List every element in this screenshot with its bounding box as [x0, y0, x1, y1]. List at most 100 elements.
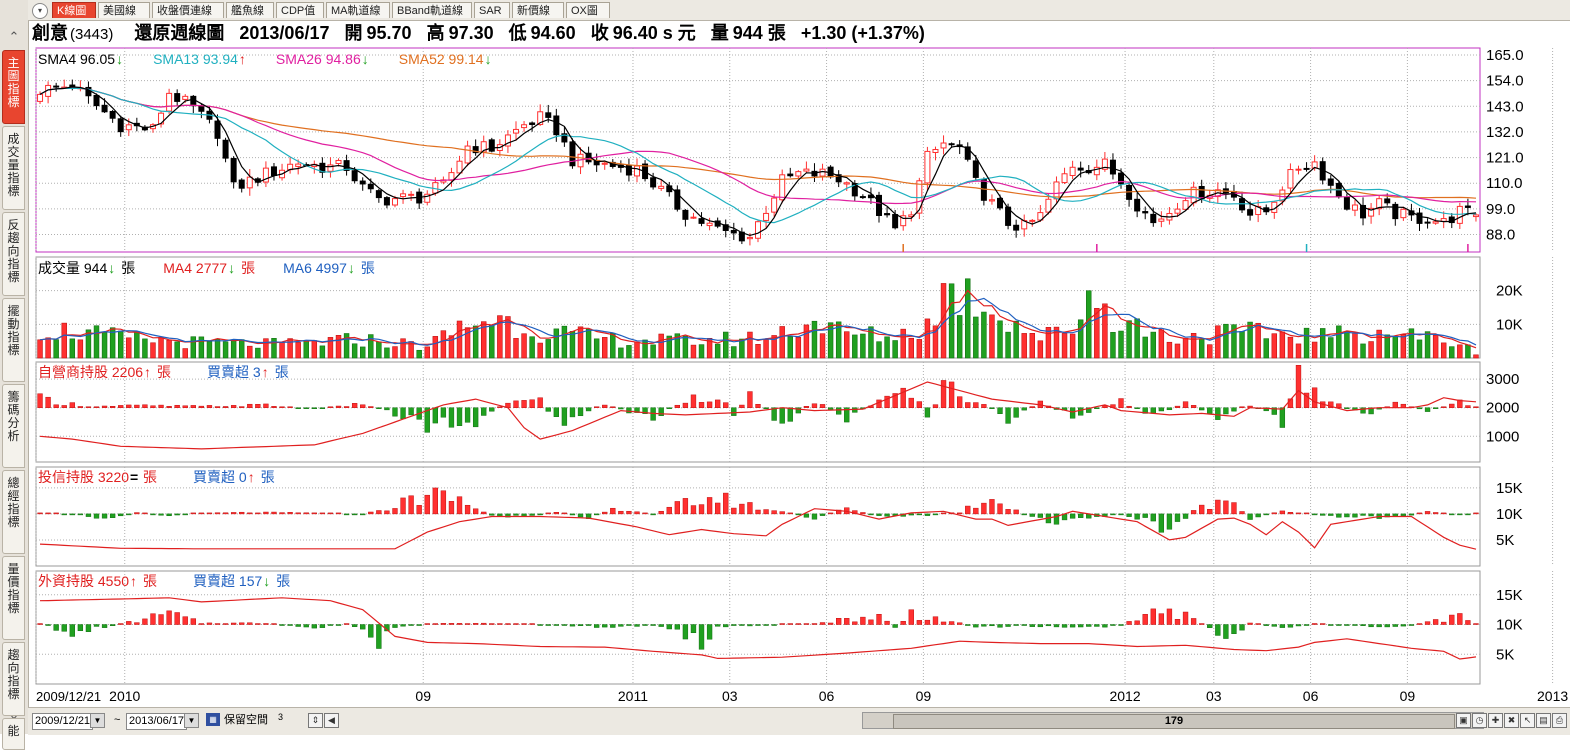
tab-6[interactable]: BBand軌道線: [392, 2, 472, 18]
dealer-flow-bar: [432, 407, 438, 424]
zoom-out-icon[interactable]: ✖: [1504, 713, 1519, 728]
x-tick-label: 2009/12/21: [36, 689, 101, 704]
chart-canvas[interactable]: 2009/12/21 2010 09 2011 03 06 09 2012 03 06 09 2013…: [28, 44, 1570, 706]
volume-bar: [1102, 303, 1108, 359]
candle: [1472, 214, 1479, 218]
candle: [1384, 198, 1391, 204]
cursor-icon[interactable]: ↖: [1520, 713, 1535, 728]
foreign-flow-bar: [1400, 624, 1407, 627]
volume-bar: [1279, 331, 1286, 359]
dealer-flow-bar: [360, 404, 366, 408]
side-tab-0[interactable]: 主圖指標: [2, 50, 25, 124]
side-tab-7[interactable]: 趨向指標: [2, 642, 25, 716]
volume-bar: [1473, 354, 1479, 359]
tab-9[interactable]: OX圖: [566, 2, 610, 18]
volume-bar: [916, 339, 923, 359]
candle: [884, 213, 891, 216]
side-tab-6[interactable]: 量價指標: [2, 556, 25, 640]
clock-icon[interactable]: ◷: [1472, 713, 1487, 728]
x-tick-label: 2012: [1109, 688, 1140, 704]
volume-bar: [1029, 333, 1035, 359]
trust-flow-bar: [658, 510, 664, 515]
tab-8[interactable]: 新價線: [512, 2, 564, 18]
dealer-flow-bar: [682, 402, 689, 408]
tab-menu-icon[interactable]: ▾: [32, 3, 48, 19]
scroll-left-icon[interactable]: ◀: [324, 713, 339, 728]
foreign-flow-bar: [158, 614, 164, 625]
trust-flow-bar: [150, 513, 156, 516]
foreign-flow-bar: [343, 623, 350, 625]
rail-up-icon[interactable]: ⌃: [5, 28, 23, 46]
trust-flow-bar: [739, 503, 745, 515]
zoom-in-icon[interactable]: ✚: [1488, 713, 1503, 728]
legend-arrow: ↑: [248, 469, 255, 485]
trust-flow-bar: [376, 510, 382, 515]
dealer-flow-bar: [803, 406, 810, 408]
trust-flow-bar: [472, 508, 479, 515]
side-tab-1[interactable]: 成交量指標: [2, 126, 25, 210]
side-tab-2[interactable]: 反趨向指標: [2, 212, 25, 296]
reserve-space-value[interactable]: 3: [278, 710, 283, 725]
volume-bar: [811, 320, 818, 359]
trust-flow-bar: [303, 512, 309, 515]
dealer-flow-bar: [287, 406, 293, 408]
dealer-flow-bar: [698, 402, 705, 408]
foreign-flow-bar: [166, 610, 172, 625]
volume-bar: [827, 322, 834, 359]
side-tab-4[interactable]: 籌碼分析: [2, 384, 25, 468]
volume-value: 量 944 張: [710, 23, 786, 43]
spin-icon[interactable]: ⇕: [308, 713, 323, 728]
trust-flow-bar: [464, 504, 471, 515]
scroll-thumb[interactable]: 179: [893, 714, 1455, 729]
foreign-flow-bar: [481, 622, 487, 625]
trust-flow-bar: [1005, 509, 1011, 515]
trust-flow-bar: [553, 512, 559, 515]
volume-bar: [1255, 322, 1261, 359]
volume-bar: [69, 338, 76, 359]
foreign-flow-bar: [327, 624, 334, 626]
trust-flow-bar: [634, 511, 640, 515]
tab-4[interactable]: CDP值: [276, 2, 324, 18]
volume-bar: [1182, 337, 1189, 359]
foreign-flow-bar: [1134, 620, 1140, 625]
end-date-dropdown-icon[interactable]: ▼: [184, 713, 199, 728]
tab-5[interactable]: MA軌道線: [326, 2, 390, 18]
trust-flow-bar: [593, 513, 600, 516]
dealer-flow-bar: [1166, 407, 1173, 411]
dealer-axis-label: 1000: [1486, 428, 1519, 445]
start-date-dropdown-icon[interactable]: ▼: [90, 713, 105, 728]
side-tab-3[interactable]: 擺動指標: [2, 298, 25, 382]
tab-2[interactable]: 收盤價連線: [152, 2, 224, 18]
side-tab-8[interactable]: 能: [2, 718, 25, 750]
start-date-field[interactable]: 2009/12/21: [32, 713, 94, 730]
candle: [37, 93, 44, 102]
trust-flow-bar: [706, 497, 713, 515]
fit-icon[interactable]: ▣: [1456, 713, 1471, 728]
end-date-field[interactable]: 2013/06/17: [126, 713, 188, 730]
tab-0[interactable]: K線圖: [52, 2, 96, 18]
foreign-axis-label: 5K: [1496, 646, 1514, 663]
trust-flow-bar: [868, 513, 874, 516]
legend-arrow: ↑: [239, 51, 246, 67]
time-scrollbar[interactable]: 179: [862, 712, 1484, 729]
print-icon[interactable]: ⎙: [1552, 713, 1567, 728]
volume-bar: [852, 334, 858, 359]
volume-bar: [432, 336, 439, 359]
volume-bar: [1295, 343, 1302, 359]
side-tab-5[interactable]: 總經指標: [2, 470, 25, 554]
calendar-icon[interactable]: ▤: [1536, 713, 1551, 728]
trust-flow-bar: [239, 511, 245, 515]
candle: [246, 176, 253, 189]
foreign-flow-bar: [255, 623, 261, 625]
tab-7[interactable]: SAR: [474, 2, 510, 18]
foreign-flow-bar: [1424, 621, 1431, 625]
tab-1[interactable]: 美國線: [98, 2, 150, 18]
tab-3[interactable]: 艦魚線: [226, 2, 274, 18]
dealer-flow-bar: [602, 404, 608, 408]
dealer-flow-bar: [1465, 405, 1471, 408]
dealer-flow-bar: [174, 404, 180, 408]
foreign-flow-bar: [1336, 624, 1342, 626]
volume-bar: [424, 346, 430, 359]
volume-bar: [230, 339, 237, 359]
candle: [101, 104, 108, 113]
